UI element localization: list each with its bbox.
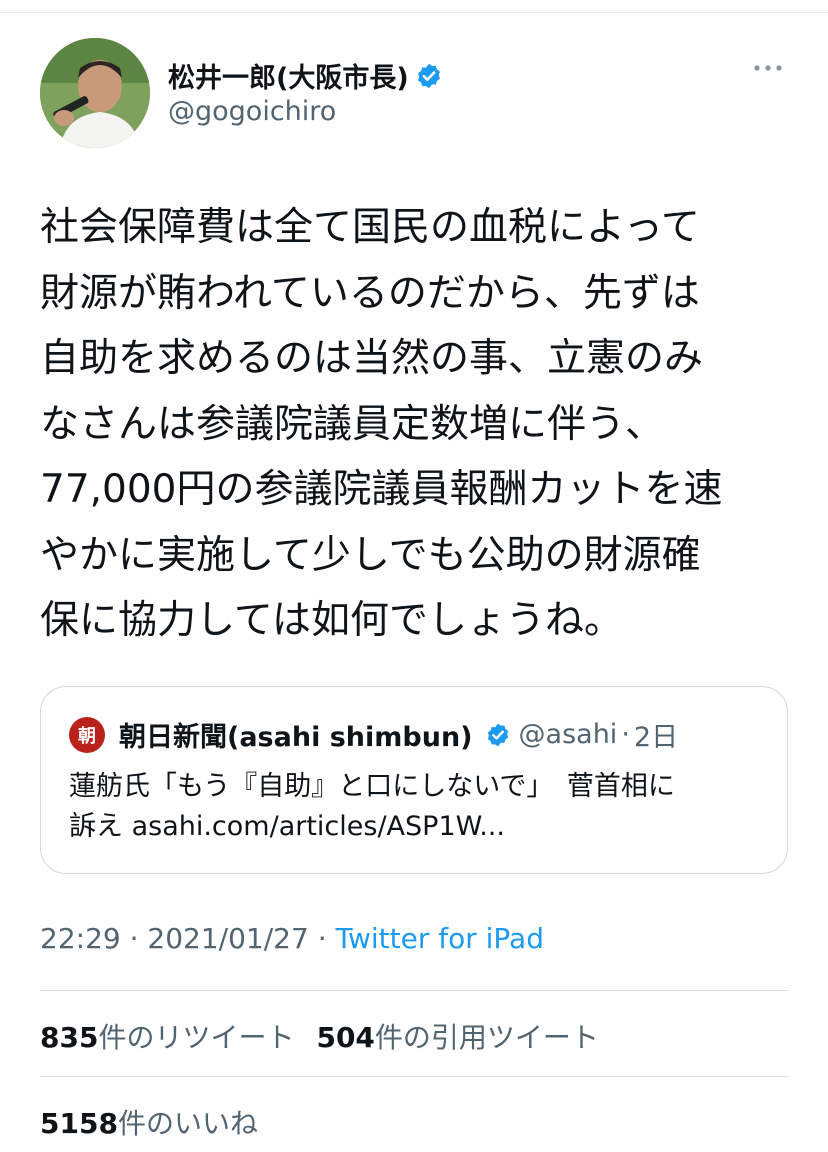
retweet-stats-row: 835件のリツイート 504件の引用ツイート [40,1016,621,1056]
retweets-count: 835 [40,1021,99,1054]
quoted-date: 2日 [633,722,679,753]
tweet-text-line: 保に協力しては如何でしょうね。 [40,598,624,643]
author-display-name[interactable]: 松井一郎(大阪市長) [168,56,409,95]
tweet-text-line: 社会保障費は全て国民の血税によって [40,205,700,250]
more-options-icon[interactable] [752,60,784,76]
quoted-tweet-body: 蓮舫氏「もう『自助』と口にしないで」 菅首相に 訴え asahi.com/art… [69,767,769,847]
top-divider [0,12,828,13]
divider [40,990,788,991]
tweet-text-line: 自助を求めるのは当然の事、立憲のみ [40,336,704,381]
verified-icon [487,723,508,746]
retweets-label: 件のリツイート [98,1021,295,1054]
tweet-text: 社会保障費は全て国民の血税によって 財源が賄われているのだから、先ずは 自助を求… [40,195,800,654]
tweet-text-line: やかに実施して少しでも公助の財源確 [40,532,701,578]
tweet-date: 2021/01/27 [147,922,309,955]
quoted-tweet-card[interactable]: 朝 朝日新聞(asahi shimbun) @asahi · 2日 蓮舫氏「もう… [40,686,788,874]
meta-separator: · [308,922,336,955]
quoted-body-line: 蓮舫氏「もう『自助』と口にしないで」 菅首相に [69,771,675,802]
quote-tweets-count: 504 [316,1021,375,1054]
tweet-detail-page: 松井一郎(大阪市長) @gogoichiro 社会保障費は全て国民の血税によって… [0,0,828,1152]
tweet-source-link[interactable]: Twitter for iPad [336,922,544,955]
name-row: 松井一郎(大阪市長) [168,56,443,95]
tweet-text-line: なさんは参議院議員定数増に伴う、 [40,401,665,447]
quote-tweets-stat[interactable]: 504件の引用ツイート [316,1016,598,1056]
avatar-photo [40,38,150,148]
likes-stats-row: 5158件のいいね [40,1102,280,1142]
quoted-separator: · [621,719,630,750]
likes-stat[interactable]: 5158件のいいね [40,1102,258,1142]
divider [40,1076,788,1077]
tweet-time: 22:29 [40,922,121,955]
tweet-text-line: 77,000円の参議院議員報酬カットを速 [40,467,723,512]
meta-separator: · [120,922,148,955]
quoted-author-handle: @asahi [518,719,618,750]
quoted-author-name: 朝日新聞(asahi shimbun) [119,722,473,753]
quoted-tweet-header: 朝 朝日新聞(asahi shimbun) @asahi · 2日 [69,715,678,754]
author-avatar[interactable] [40,38,150,148]
tweet-text-line: 財源が賄われているのだから、先ずは [40,270,700,316]
quote-tweets-label: 件の引用ツイート [374,1021,599,1054]
retweets-stat[interactable]: 835件のリツイート [40,1016,294,1056]
verified-icon [417,63,440,88]
tweet-header: 松井一郎(大阪市長) @gogoichiro [40,38,788,148]
likes-count: 5158 [40,1107,118,1140]
quoted-body-line: 訴え asahi.com/articles/ASP1W... [69,811,505,842]
author-handle[interactable]: @gogoichiro [168,96,336,127]
quoted-author-avatar: 朝 [69,716,105,753]
likes-label: 件のいいね [117,1107,258,1140]
tweet-meta: 22:29 · 2021/01/27 · Twitter for iPad [40,922,544,955]
